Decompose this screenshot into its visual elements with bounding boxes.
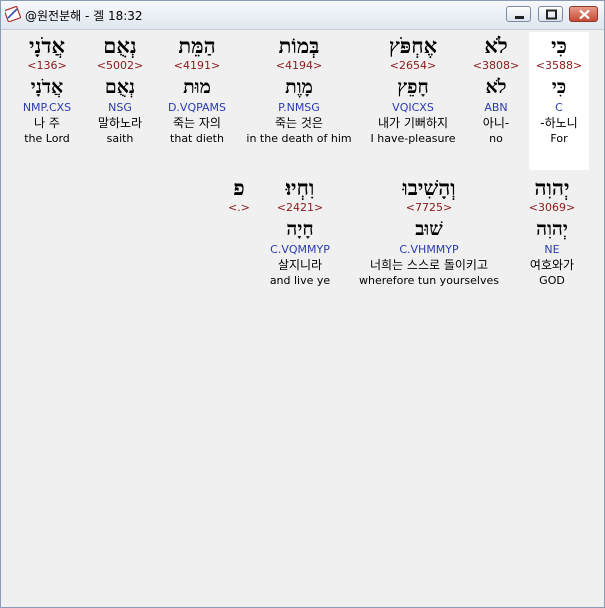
word-block[interactable]: בְּמוֹת <4194> מָוֶת P.NMSG 죽는 것은 in the… [241,33,357,146]
hebrew-lemma: כִּי [551,76,567,98]
english-gloss: no [489,132,503,145]
parsing-code: NE [544,243,560,256]
parsing-code: C.VQMMYP [270,243,330,256]
title-bar[interactable]: @원전분해 - 겔 18:32 [1,1,604,30]
parsing-code: P.NMSG [278,101,320,114]
strong-number[interactable]: <.> [223,201,255,215]
hebrew-word: אֶחְפֹּץ [388,33,438,58]
word-block[interactable]: פ <.> [223,175,255,215]
hebrew-lemma: נְאֻם [104,76,136,98]
hebrew-word: וִחְיוּ׃ [285,175,315,200]
korean-gloss: 내가 기뻐하지 [377,116,449,130]
english-gloss: and live ye [269,274,331,287]
word-block[interactable]: כִּי <3588> כִּי C -하노니 For [529,33,589,146]
app-window: @원전분해 - 겔 18:32 כִּי <3588> כִּי C -하노니 … [0,0,605,608]
hebrew-lemma: אֲדֹנָי [30,76,64,98]
strong-number[interactable]: <5002> [87,59,153,73]
strong-number[interactable]: <3069> [517,201,587,215]
word-block[interactable]: לֹא <3808> לֹא ABN 아니- no [467,33,525,146]
korean-gloss: 죽는 것은 [275,116,323,130]
hebrew-lemma: מָוֶת [285,76,313,98]
parsing-code: NMP.CXS [22,101,72,114]
hebrew-word: פ [233,175,245,200]
korean-gloss: 너희는 스스로 돌이키고 [369,258,489,272]
strong-number[interactable]: <136> [13,59,81,73]
strong-number[interactable]: <4194> [241,59,357,73]
hebrew-lemma: חָיָה [286,218,314,240]
maximize-icon [546,9,557,20]
word-block[interactable]: אֶחְפֹּץ <2654> חָפֵץ VQICXS 내가 기뻐하지 I h… [361,33,465,146]
korean-gloss: 아니- [482,116,510,130]
parsing-code: VQICXS [392,101,434,114]
english-gloss: GOD [539,274,565,287]
korean-gloss: 말하노라 [97,116,143,130]
english-gloss: in the death of him [246,132,352,145]
strong-number[interactable]: <3808> [467,59,525,73]
korean-gloss: 살지니라 [277,258,323,272]
app-icon [3,5,22,23]
strong-number[interactable]: <2654> [361,59,465,73]
hebrew-word: הַמֵּת [178,33,216,58]
hebrew-word: וְהָשִׁיבוּ [402,175,456,200]
english-gloss: that dieth [170,132,224,145]
strong-number[interactable]: <4191> [157,59,237,73]
english-gloss: wherefore tun yourselves [359,274,499,287]
english-gloss: the Lord [24,132,70,145]
strong-number[interactable]: <2421> [259,201,341,215]
english-gloss: For [550,132,568,145]
window-title: @원전분해 - 겔 18:32 [25,9,143,23]
parsing-code: NSG [108,101,132,114]
hebrew-word: לֹא [484,33,508,58]
hebrew-lemma: לֹא [485,76,507,98]
maximize-button[interactable] [538,6,563,22]
strong-number[interactable]: <3588> [529,59,589,73]
korean-gloss: 나 주 [34,116,60,130]
hebrew-word: יְהוִה [534,175,570,200]
hebrew-word: בְּמוֹת [278,33,320,58]
english-gloss: saith [106,132,134,145]
parsing-code: C.VHMMYP [399,243,459,256]
close-button[interactable] [569,6,598,22]
word-block[interactable]: וִחְיוּ׃ <2421> חָיָה C.VQMMYP 살지니라 and … [259,175,341,288]
close-icon [579,9,590,20]
word-block[interactable]: נְאֻם <5002> נְאֻם NSG 말하노라 saith [87,33,153,146]
hebrew-word: נְאֻם [103,33,137,58]
parsing-code: C [555,101,563,114]
hebrew-word: כִּי [551,33,567,58]
strong-number[interactable]: <7725> [347,201,511,215]
parsing-code: D.VQPAMS [167,101,227,114]
hebrew-lemma: שׁוּב [415,218,443,240]
parsing-code: ABN [484,101,508,114]
english-gloss: I have-pleasure [370,132,456,145]
hebrew-lemma: יְהוִה [536,218,568,240]
minimize-icon [515,16,524,19]
word-block[interactable]: וְהָשִׁיבוּ <7725> שׁוּב C.VHMMYP 너희는 스스… [347,175,511,288]
word-block[interactable]: אֲדֹנָי <136> אֲדֹנָי NMP.CXS 나 주 the Lo… [13,33,81,146]
hebrew-lemma: חָפֵץ [397,76,429,98]
korean-gloss: -하노니 [540,116,578,130]
interlinear-panel: כִּי <3588> כִּי C -하노니 For לֹא <3808> ל… [1,30,604,607]
korean-gloss: 여호와가 [529,258,575,272]
minimize-button[interactable] [506,6,531,22]
word-block[interactable]: יְהוִה <3069> יְהוִה NE 여호와가 GOD [517,175,587,288]
korean-gloss: 죽는 자의 [173,116,221,130]
hebrew-word: אֲדֹנָי [29,33,65,58]
hebrew-lemma: מוּת [183,76,211,98]
word-block[interactable]: הַמֵּת <4191> מוּת D.VQPAMS 죽는 자의 that d… [157,33,237,146]
